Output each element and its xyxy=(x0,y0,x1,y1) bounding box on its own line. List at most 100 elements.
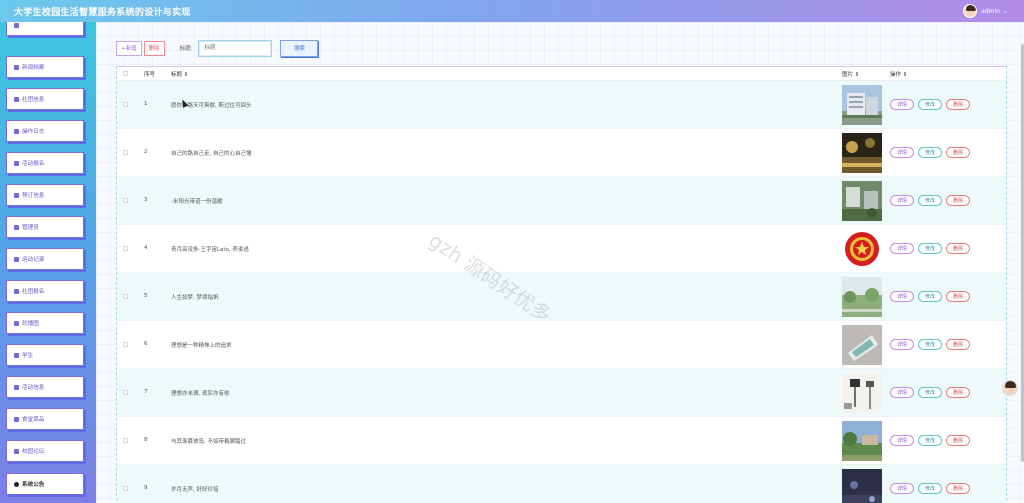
batch-delete-button[interactable]: 删除 xyxy=(143,40,165,56)
image-icon xyxy=(14,320,19,326)
row-checkbox[interactable] xyxy=(123,342,128,347)
row-actions: 详情 修改 删除 xyxy=(890,291,971,302)
row-index: 3 xyxy=(144,197,148,203)
user-avatar xyxy=(963,4,978,18)
detail-button[interactable]: 详情 xyxy=(890,291,915,302)
apps-icon xyxy=(14,288,19,294)
row-checkbox[interactable] xyxy=(123,390,128,395)
column-actions[interactable]: 操作 ⇕ xyxy=(890,70,907,78)
sidebar-item-activity-signup[interactable]: 活动报名 xyxy=(6,152,84,174)
select-all-checkbox[interactable] xyxy=(123,71,128,76)
detail-button[interactable]: 详情 xyxy=(890,483,915,494)
delete-button[interactable]: 删除 xyxy=(946,483,971,494)
sidebar-item-activity-info[interactable]: 活动信息 xyxy=(6,376,84,398)
group-icon xyxy=(14,96,19,102)
row-checkbox[interactable] xyxy=(123,486,128,491)
edit-button[interactable]: 修改 xyxy=(918,147,943,158)
row-index: 8 xyxy=(144,437,148,443)
target-icon xyxy=(14,256,19,262)
add-button[interactable]: +新增 xyxy=(116,40,142,56)
sidebar-item-label: 管理员 xyxy=(22,225,39,231)
delete-button[interactable]: 删除 xyxy=(946,243,971,254)
edit-button[interactable]: 修改 xyxy=(918,243,943,254)
keyword-label: 标题: xyxy=(179,46,193,52)
edit-button[interactable]: 修改 xyxy=(918,435,943,446)
detail-button[interactable]: 详情 xyxy=(890,195,915,206)
detail-button[interactable]: 详情 xyxy=(890,435,915,446)
user-menu[interactable]: admin ⌄ xyxy=(963,4,1008,18)
delete-button[interactable]: 删除 xyxy=(946,387,971,398)
row-title: 自己的路自己走, 自己的心自己懂 xyxy=(171,151,252,157)
sidebar-item-label: 运动记录 xyxy=(22,257,45,263)
row-actions: 详情 修改 删除 xyxy=(890,435,971,446)
row-image xyxy=(842,85,882,125)
table-row: 4 青月高没条-王字宙Leto, 养浚逃 详情 修改 删除 xyxy=(117,225,1006,273)
delete-button[interactable]: 删除 xyxy=(946,195,971,206)
apps-icon xyxy=(14,192,19,198)
table-header: 序号 标题 ⇕ 图片 ⇕ 操作 ⇕ xyxy=(117,67,1006,81)
app-header: 大学生校园生活智慧服务系统的设计与实现 admin ⌄ xyxy=(0,0,1024,22)
table-row: 8 与其羡慕彼岛, 不如带着脚踏过 详情 修改 删除 xyxy=(117,417,1006,465)
sidebar-item-forum[interactable]: 校园论坛 xyxy=(6,440,84,462)
row-image xyxy=(842,133,882,173)
detail-button[interactable]: 详情 xyxy=(890,99,915,110)
sidebar-item-canteen[interactable]: 食堂菜品 xyxy=(6,408,84,430)
row-checkbox[interactable] xyxy=(123,102,128,107)
detail-button[interactable]: 详情 xyxy=(890,387,915,398)
sidebar-item-announcement[interactable]: 系统公告 xyxy=(6,473,84,495)
sidebar-item-student[interactable]: 学生 xyxy=(6,344,84,366)
data-table: 序号 标题 ⇕ 图片 ⇕ 操作 ⇕ 1 愿你一路天可爽歇, 斯过往可回头 详情 … xyxy=(116,66,1007,503)
delete-button[interactable]: 删除 xyxy=(946,339,971,350)
grid-icon xyxy=(14,160,19,166)
sidebar-item-label: 新闻档案 xyxy=(22,65,45,71)
sidebar-item-exercise[interactable]: 运动记录 xyxy=(6,248,84,270)
sidebar-item-operation-log[interactable]: 操作日志 xyxy=(6,120,84,142)
row-checkbox[interactable] xyxy=(123,246,128,251)
row-checkbox[interactable] xyxy=(123,294,128,299)
delete-button[interactable]: 删除 xyxy=(946,291,971,302)
dot-icon xyxy=(14,481,19,487)
delete-button[interactable]: 删除 xyxy=(946,435,971,446)
row-actions: 详情 修改 删除 xyxy=(890,483,971,494)
sidebar-item-label: 系统公告 xyxy=(22,482,45,488)
edit-button[interactable]: 修改 xyxy=(918,483,943,494)
column-title[interactable]: 标题 ⇕ xyxy=(171,70,188,78)
edit-button[interactable]: 修改 xyxy=(918,195,943,206)
column-image[interactable]: 图片 ⇕ xyxy=(842,70,859,78)
sidebar-item-booking[interactable]: 预订信息 xyxy=(6,184,84,206)
row-title: 青月高没条-王字宙Leto, 养浚逃 xyxy=(171,247,249,253)
detail-button[interactable]: 详情 xyxy=(890,243,915,254)
row-checkbox[interactable] xyxy=(123,150,128,155)
sidebar-item-label: 轮播图 xyxy=(22,321,39,327)
delete-button[interactable]: 删除 xyxy=(946,99,971,110)
row-title: 理想亦未满, 现实亦有依 xyxy=(171,391,230,397)
sidebar-item-label: 社团信息 xyxy=(22,97,45,103)
row-title: 与其羡慕彼岛, 不如带着脚踏过 xyxy=(171,439,246,445)
search-button[interactable]: 搜索 xyxy=(280,39,319,57)
edit-button[interactable]: 修改 xyxy=(918,291,943,302)
edit-button[interactable]: 修改 xyxy=(918,387,943,398)
sidebar-item-carousel[interactable]: 轮播图 xyxy=(6,312,84,334)
sidebar-item-top[interactable] xyxy=(6,22,84,36)
row-actions: 详情 修改 删除 xyxy=(890,339,971,350)
sidebar-item-label: 校园论坛 xyxy=(22,449,45,455)
title-search-input[interactable] xyxy=(198,39,273,57)
detail-button[interactable]: 详情 xyxy=(890,147,915,158)
sidebar-item-club-signup[interactable]: 社团报名 xyxy=(6,280,84,302)
sidebar-item-admin[interactable]: 管理员 xyxy=(6,216,84,238)
row-checkbox[interactable] xyxy=(123,198,128,203)
detail-button[interactable]: 详情 xyxy=(890,339,915,350)
row-actions: 详情 修改 删除 xyxy=(890,387,971,398)
row-index: 4 xyxy=(144,245,148,251)
sidebar-item-news[interactable]: 新闻档案 xyxy=(6,56,84,78)
edit-button[interactable]: 修改 xyxy=(918,99,943,110)
row-image xyxy=(842,421,882,461)
sidebar-item-label: 活动报名 xyxy=(22,161,45,167)
grid-icon xyxy=(14,128,19,134)
edit-button[interactable]: 修改 xyxy=(918,339,943,350)
row-checkbox[interactable] xyxy=(123,438,128,443)
sidebar-item-club-info[interactable]: 社团信息 xyxy=(6,88,84,110)
row-index: 6 xyxy=(144,341,148,347)
delete-button[interactable]: 删除 xyxy=(946,147,971,158)
floating-avatar[interactable] xyxy=(1002,380,1018,396)
